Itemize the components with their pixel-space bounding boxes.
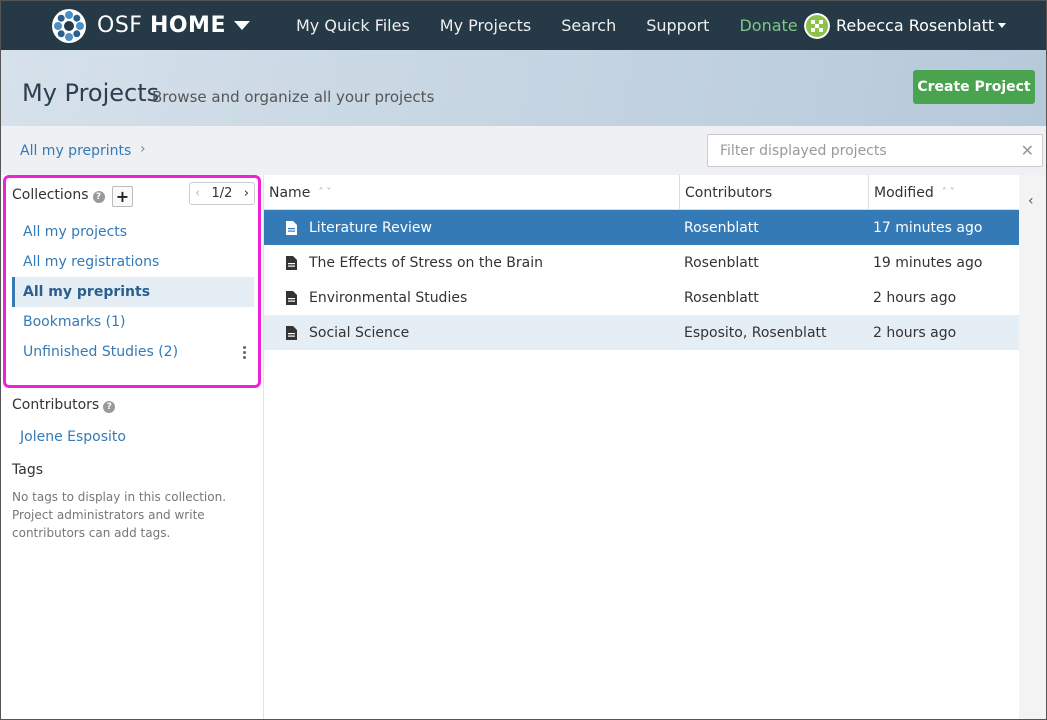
collection-all-my-preprints[interactable]: All my preprints	[12, 277, 254, 307]
row-name-cell: The Effects of Stress on the Brain	[286, 245, 543, 280]
file-icon	[286, 220, 297, 235]
project-modified: 2 hours ago	[873, 289, 957, 306]
column-name: Name ˄˅	[269, 184, 335, 201]
table-row[interactable]: The Effects of Stress on the Brain Rosen…	[264, 245, 1019, 280]
filter-projects-input[interactable]	[708, 135, 1008, 166]
nav-donate[interactable]: Donate	[724, 16, 812, 35]
project-modified: 19 minutes ago	[873, 254, 983, 271]
nav-my-projects[interactable]: My Projects	[425, 16, 546, 35]
chevron-left-icon[interactable]: ‹	[195, 186, 200, 201]
contributor-jolene-esposito[interactable]: Jolene Esposito	[20, 429, 126, 445]
collection-label: Unfinished Studies (2)	[23, 344, 179, 360]
create-project-button[interactable]: Create Project	[913, 70, 1035, 104]
file-icon	[286, 325, 297, 340]
help-icon[interactable]: ?	[92, 191, 105, 203]
page-title: My Projects	[22, 79, 160, 107]
sidebar: Collections? + ‹ 1/2 › All my projects A…	[1, 175, 264, 719]
tags-empty-message: No tags to display in this collection. P…	[12, 490, 227, 540]
app-window: OSF HOME My Quick Files My Projects Sear…	[0, 0, 1047, 720]
row-name-cell: Environmental Studies	[286, 280, 467, 315]
project-contributors: Esposito, Rosenblatt	[684, 324, 827, 341]
tags-title: Tags	[12, 462, 43, 478]
caret-down-icon	[233, 21, 250, 30]
collection-label: Bookmarks (1)	[23, 314, 126, 330]
chevron-right-icon: ›	[140, 141, 146, 157]
project-name: Literature Review	[309, 219, 432, 236]
help-icon[interactable]: ?	[103, 401, 116, 413]
chevron-left-icon[interactable]: ‹	[1028, 193, 1034, 209]
file-icon	[286, 255, 297, 270]
collections-title: Collections?	[12, 187, 105, 203]
file-icon	[286, 290, 297, 305]
collection-label: All my registrations	[23, 254, 160, 270]
collection-all-my-projects[interactable]: All my projects	[12, 217, 254, 247]
breadcrumb: All my preprints › ✕	[1, 126, 1046, 175]
sort-icon[interactable]: ˄˅	[942, 187, 958, 198]
sort-icon[interactable]: ˄˅	[318, 187, 334, 198]
user-menu[interactable]: Rebecca Rosenblatt	[804, 1, 1007, 50]
nav-links: My Quick Files My Projects Search Suppor…	[281, 1, 813, 50]
more-options-icon[interactable]	[242, 346, 246, 359]
pager-label: 1/2	[211, 186, 233, 201]
project-modified: 17 minutes ago	[873, 219, 983, 236]
project-contributors: Rosenblatt	[684, 254, 759, 271]
table-row[interactable]: Social Science Esposito, Rosenblatt 2 ho…	[264, 315, 1019, 350]
osf-logo-icon	[52, 8, 86, 43]
collection-bookmarks[interactable]: Bookmarks (1)	[12, 307, 254, 337]
collections-pager: ‹ 1/2 ›	[189, 182, 255, 205]
top-navbar: OSF HOME My Quick Files My Projects Sear…	[1, 1, 1046, 50]
table-header: Name ˄˅ Contributors Modified ˄˅	[264, 175, 1019, 210]
breadcrumb-all-my-preprints[interactable]: All my preprints	[20, 143, 131, 159]
table-row[interactable]: Literature Review Rosenblatt 17 minutes …	[264, 210, 1019, 245]
info-panel-toggle-bar: ‹	[1019, 175, 1046, 719]
nav-search[interactable]: Search	[546, 16, 631, 35]
project-name: The Effects of Stress on the Brain	[309, 254, 543, 271]
contributors-title: Contributors?	[12, 397, 116, 413]
filter-box: ✕	[707, 134, 1043, 167]
nav-my-quick-files[interactable]: My Quick Files	[281, 16, 425, 35]
row-name-cell: Literature Review	[286, 210, 432, 245]
collections-panel: Collections? + ‹ 1/2 › All my projects A…	[3, 175, 261, 388]
close-icon[interactable]: ✕	[1021, 141, 1034, 160]
user-name: Rebecca Rosenblatt	[836, 16, 995, 35]
row-name-cell: Social Science	[286, 315, 409, 350]
page-subtitle: Browse and organize all your projects	[152, 88, 435, 106]
avatar	[804, 12, 830, 39]
nav-support[interactable]: Support	[631, 16, 724, 35]
brand-title: OSF HOME	[97, 13, 226, 38]
project-modified: 2 hours ago	[873, 324, 957, 341]
collection-label: All my preprints	[23, 284, 151, 300]
osf-home-menu[interactable]: OSF HOME	[51, 1, 250, 50]
add-collection-button[interactable]: +	[112, 186, 133, 207]
column-modified: Modified ˄˅	[868, 175, 1019, 210]
project-contributors: Rosenblatt	[684, 289, 759, 306]
project-name: Environmental Studies	[309, 289, 468, 306]
caret-down-icon	[998, 23, 1007, 28]
table-row[interactable]: Environmental Studies Rosenblatt 2 hours…	[264, 280, 1019, 315]
project-name: Social Science	[309, 324, 410, 341]
collection-all-my-registrations[interactable]: All my registrations	[12, 247, 254, 277]
project-contributors: Rosenblatt	[684, 219, 759, 236]
page-header: My Projects Browse and organize all your…	[1, 50, 1046, 126]
chevron-right-icon[interactable]: ›	[244, 186, 249, 201]
collection-label: All my projects	[23, 224, 128, 240]
column-contributors: Contributors	[679, 175, 868, 210]
projects-table: Name ˄˅ Contributors Modified ˄˅ Literatur…	[264, 175, 1019, 719]
collection-unfinished-studies[interactable]: Unfinished Studies (2)	[12, 337, 254, 367]
